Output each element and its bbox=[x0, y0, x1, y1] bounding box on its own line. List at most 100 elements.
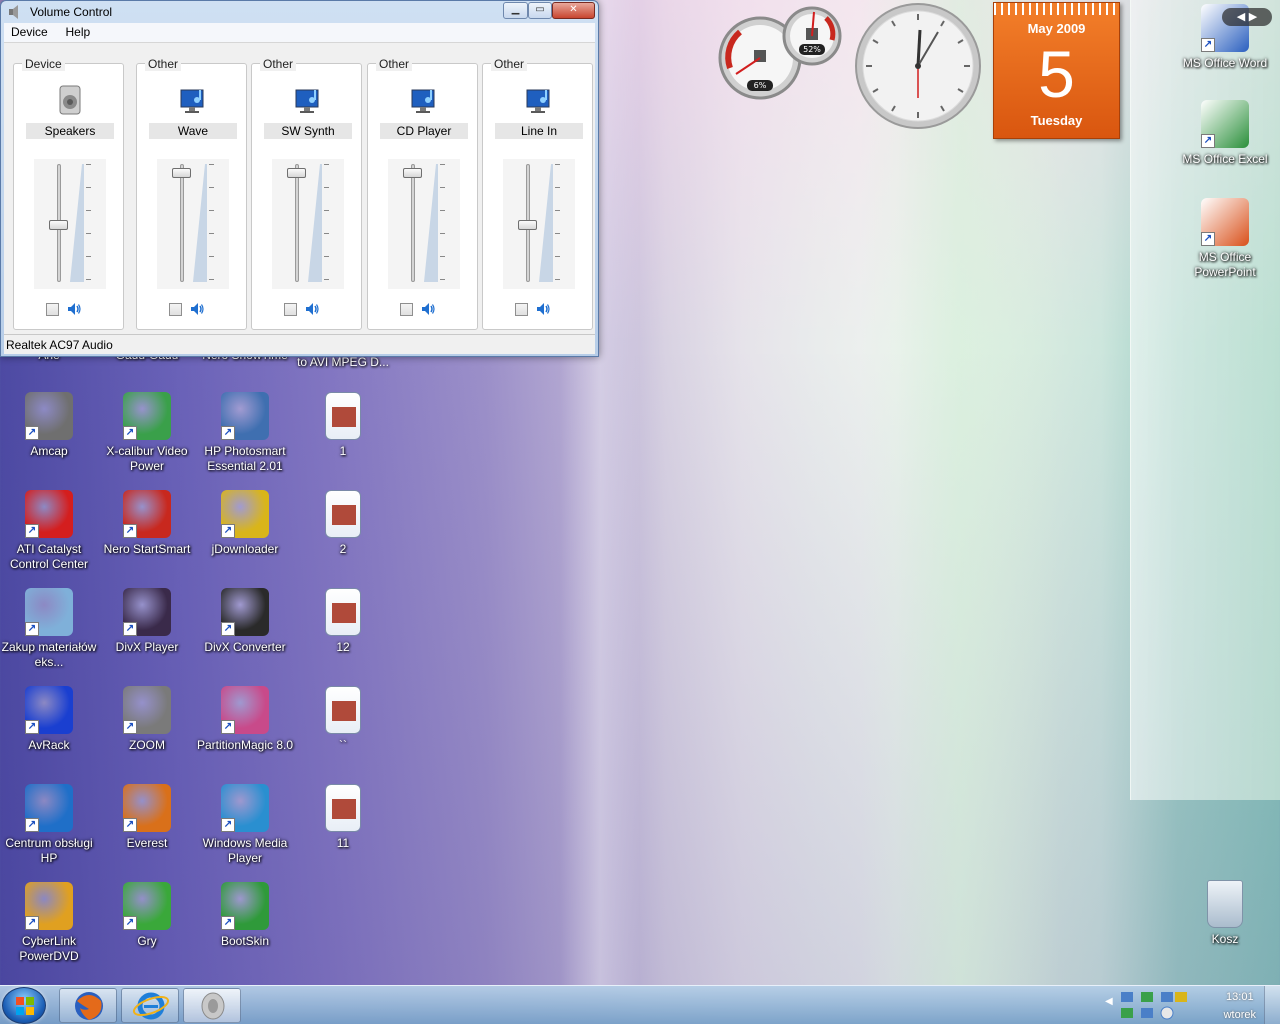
channel-1: Other Wave bbox=[136, 57, 247, 330]
slider-thumb[interactable] bbox=[403, 168, 422, 179]
tray-expand-icon[interactable]: ◀ bbox=[1105, 996, 1113, 1007]
taskbar-clock[interactable]: 13:01 wtorek bbox=[1224, 988, 1256, 1024]
taskbar-internet-explorer[interactable] bbox=[121, 988, 179, 1023]
mute-checkbox[interactable] bbox=[46, 303, 59, 316]
desktop-icon[interactable]: ↗ CyberLink PowerDVD bbox=[0, 882, 98, 964]
volume-control-window[interactable]: Volume Control ▁ ▭ ✕ Device Help Device S… bbox=[0, 0, 599, 357]
slider-track bbox=[411, 164, 415, 282]
menu-device[interactable]: Device bbox=[4, 23, 55, 41]
start-button[interactable] bbox=[2, 987, 46, 1024]
app-shortcut-icon: ↗ bbox=[123, 686, 171, 734]
desktop-icon-label: MS Office Excel bbox=[1182, 152, 1268, 166]
mute-checkbox[interactable] bbox=[284, 303, 297, 316]
desktop-icon[interactable]: ↗ MS Office PowerPoint bbox=[1176, 198, 1274, 280]
desktop-icon-label: Kosz bbox=[1211, 932, 1239, 946]
desktop-icon[interactable]: ↗ Windows Media Player bbox=[196, 784, 294, 866]
desktop-icon[interactable]: ↗ X-calibur Video Power bbox=[98, 392, 196, 474]
desktop-icon[interactable]: 11 bbox=[294, 784, 392, 851]
desktop-icon[interactable]: ↗ Gry bbox=[98, 882, 196, 949]
taskbar-volume-control[interactable] bbox=[183, 988, 241, 1023]
cpu-percent: 6% bbox=[747, 80, 773, 91]
clock-gadget[interactable] bbox=[854, 2, 982, 130]
desktop-icon[interactable]: ↗ jDownloader bbox=[196, 490, 294, 557]
slider-thumb[interactable] bbox=[49, 220, 68, 231]
channel-name: Wave bbox=[149, 123, 237, 139]
desktop-icon[interactable]: ↗ BootSkin bbox=[196, 882, 294, 949]
app-shortcut-icon: ↗ bbox=[25, 490, 73, 538]
clock-day: wtorek bbox=[1223, 1009, 1256, 1021]
shortcut-arrow-icon: ↗ bbox=[123, 426, 137, 440]
volume-slider[interactable] bbox=[503, 159, 575, 289]
maximize-button[interactable]: ▭ bbox=[528, 2, 552, 19]
app-shortcut-icon: ↗ bbox=[123, 392, 171, 440]
desktop-icon-label: MS Office PowerPoint bbox=[1194, 250, 1256, 279]
desktop-icon[interactable]: 2 bbox=[294, 490, 392, 557]
desktop-icon[interactable]: 12 bbox=[294, 588, 392, 655]
shortcut-arrow-icon: ↗ bbox=[1201, 232, 1215, 246]
desktop-icon[interactable]: ↗ PartitionMagic 8.0 bbox=[196, 686, 294, 753]
shortcut-arrow-icon: ↗ bbox=[123, 524, 137, 538]
internet-explorer-icon bbox=[132, 992, 170, 1020]
desktop-icon-label: HP Photosmart Essential 2.01 bbox=[204, 444, 286, 473]
volume-slider[interactable] bbox=[157, 159, 229, 289]
desktop-icon[interactable]: 1 bbox=[294, 392, 392, 459]
tray-icons[interactable] bbox=[1119, 988, 1189, 1022]
app-shortcut-icon: ↗ bbox=[1201, 198, 1249, 246]
slider-thumb[interactable] bbox=[172, 168, 191, 179]
menu-help[interactable]: Help bbox=[59, 23, 98, 41]
shortcut-arrow-icon: ↗ bbox=[25, 524, 39, 538]
slider-thumb[interactable] bbox=[287, 168, 306, 179]
image-file-icon bbox=[325, 392, 361, 440]
speaker-icon bbox=[201, 992, 225, 1020]
speaker-icon bbox=[306, 303, 319, 315]
image-file-icon bbox=[325, 686, 361, 734]
desktop-icon[interactable]: `` bbox=[294, 686, 392, 753]
gadget-nav-arrows[interactable]: ◀ ▶ bbox=[1222, 8, 1272, 26]
desktop-icon[interactable]: ↗ Centrum obsługi HP bbox=[0, 784, 98, 866]
desktop-icon-label: Zakup materiałów eks... bbox=[1, 640, 97, 669]
desktop-icon[interactable]: Kosz bbox=[1176, 880, 1274, 947]
minimize-button[interactable]: ▁ bbox=[503, 2, 528, 19]
volume-wedge-icon bbox=[539, 164, 553, 282]
slider-thumb[interactable] bbox=[518, 220, 537, 231]
channel-group-label: Other bbox=[491, 57, 528, 71]
shortcut-arrow-icon: ↗ bbox=[25, 818, 39, 832]
volume-slider[interactable] bbox=[272, 159, 344, 289]
desktop-icon[interactable]: ↗ DivX Player bbox=[98, 588, 196, 655]
desktop-icon-label: 2 bbox=[339, 542, 347, 556]
mute-checkbox[interactable] bbox=[515, 303, 528, 316]
mute-checkbox[interactable] bbox=[400, 303, 413, 316]
speaker-icon bbox=[422, 303, 435, 315]
desktop-icon[interactable]: ↗ Nero StartSmart bbox=[98, 490, 196, 557]
desktop-icon[interactable]: ↗ DivX Converter bbox=[196, 588, 294, 655]
app-shortcut-icon: ↗ bbox=[123, 490, 171, 538]
cpu-meter-gadget[interactable]: 6% 52% bbox=[716, 4, 844, 100]
mute-checkbox[interactable] bbox=[169, 303, 182, 316]
desktop-icon-label: CyberLink PowerDVD bbox=[19, 934, 79, 963]
volume-slider[interactable] bbox=[34, 159, 106, 289]
app-shortcut-icon: ↗ bbox=[25, 588, 73, 636]
desktop-icon[interactable]: ↗ ZOOM bbox=[98, 686, 196, 753]
slider-ticks bbox=[440, 164, 446, 282]
desktop-icon[interactable]: ↗ Everest bbox=[98, 784, 196, 851]
taskbar-firefox[interactable] bbox=[59, 988, 117, 1023]
speaker-device-icon bbox=[59, 85, 81, 115]
shortcut-arrow-icon: ↗ bbox=[221, 426, 235, 440]
shortcut-arrow-icon: ↗ bbox=[1201, 134, 1215, 148]
desktop-icon-label: ZOOM bbox=[129, 738, 165, 752]
calendar-gadget[interactable]: May 2009 5 Tuesday bbox=[993, 2, 1120, 139]
desktop-icon[interactable]: ↗ Zakup materiałów eks... bbox=[0, 588, 98, 670]
volume-slider[interactable] bbox=[388, 159, 460, 289]
monitor-note-icon bbox=[526, 89, 550, 113]
desktop-icon[interactable]: ↗ MS Office Excel bbox=[1176, 100, 1274, 167]
desktop-icon[interactable]: ↗ HP Photosmart Essential 2.01 bbox=[196, 392, 294, 474]
show-desktop-button[interactable] bbox=[1264, 986, 1280, 1024]
desktop-icon[interactable]: ↗ ATI Catalyst Control Center bbox=[0, 490, 98, 572]
desktop-icon[interactable]: ↗ Amcap bbox=[0, 392, 98, 459]
status-bar: Realtek AC97 Audio bbox=[4, 334, 595, 354]
title-bar[interactable]: Volume Control ▁ ▭ ✕ bbox=[1, 1, 598, 23]
volume-wedge-icon bbox=[193, 164, 207, 282]
desktop-icon[interactable]: ↗ AvRack bbox=[0, 686, 98, 753]
app-shortcut-icon: ↗ bbox=[221, 784, 269, 832]
close-button[interactable]: ✕ bbox=[552, 2, 595, 19]
